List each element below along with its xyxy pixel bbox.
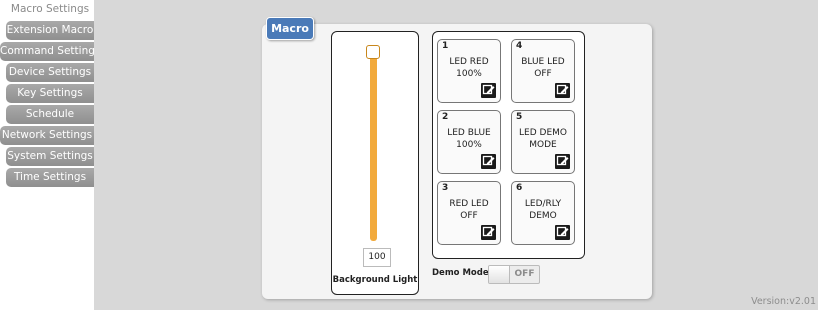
nav-device-settings[interactable]: Device Settings — [6, 63, 94, 82]
background-light-control: 100 Background Light — [331, 31, 419, 295]
macro-cell-2[interactable]: 2 LED BLUE 100% — [437, 110, 501, 174]
nav-system-settings[interactable]: System Settings — [6, 147, 94, 166]
macro-label: LED RED 100% — [449, 57, 489, 79]
macro-number: 6 — [516, 183, 523, 193]
nav-extension-macro[interactable]: Extension Macro — [6, 21, 94, 40]
nav-macro-settings[interactable]: Macro Settings — [6, 0, 94, 19]
macro-cell-3[interactable]: 3 RED LED OFF — [437, 181, 501, 245]
toggle-knob[interactable] — [489, 266, 510, 283]
background-light-value[interactable]: 100 — [363, 248, 391, 267]
nav-command-settings[interactable]: Command Settings — [0, 42, 94, 61]
nav-key-settings[interactable]: Key Settings — [6, 84, 94, 103]
macro-number: 4 — [516, 41, 523, 51]
macro-cell-4[interactable]: 4 BLUE LED OFF — [511, 39, 575, 103]
panel-tab-macro: Macro — [266, 17, 314, 40]
macro-grid: 1 LED RED 100% 4 BLUE LED OFF 2 LED BLUE… — [432, 31, 585, 259]
macro-cell-5[interactable]: 5 LED DEMO MODE — [511, 110, 575, 174]
demo-mode-label: Demo Mode: — [432, 268, 493, 278]
macro-label: BLUE LED OFF — [521, 57, 565, 79]
macro-label: LED BLUE 100% — [447, 128, 491, 150]
macro-cell-1[interactable]: 1 LED RED 100% — [437, 39, 501, 103]
demo-mode-state: OFF — [514, 269, 535, 279]
macro-label: LED/RLY DEMO — [524, 199, 562, 221]
macro-number: 2 — [442, 112, 449, 122]
edit-icon[interactable] — [555, 154, 570, 169]
edit-icon[interactable] — [555, 83, 570, 98]
edit-icon[interactable] — [555, 225, 570, 240]
macro-label: RED LED OFF — [449, 199, 489, 221]
demo-mode-toggle[interactable]: OFF — [488, 265, 540, 284]
nav-schedule[interactable]: Schedule — [6, 105, 94, 124]
sidebar-nav: Macro Settings Extension Macro Command S… — [0, 0, 94, 189]
edit-icon[interactable] — [481, 225, 496, 240]
nav-network-settings[interactable]: Network Settings — [0, 126, 94, 145]
macro-label: LED DEMO MODE — [519, 128, 567, 150]
nav-time-settings[interactable]: Time Settings — [6, 168, 94, 187]
edit-icon[interactable] — [481, 83, 496, 98]
macro-number: 1 — [442, 41, 449, 51]
version-label: Version:v2.01 — [751, 296, 816, 307]
macro-number: 3 — [442, 183, 449, 193]
edit-icon[interactable] — [481, 154, 496, 169]
background-light-label: Background Light — [332, 275, 418, 285]
macro-number: 5 — [516, 112, 523, 122]
background-light-slider-track[interactable] — [370, 49, 377, 241]
main-content: Macro 100 Background Light 1 LED RED 100… — [94, 0, 818, 310]
background-light-slider-thumb[interactable] — [366, 45, 380, 59]
macro-cell-6[interactable]: 6 LED/RLY DEMO — [511, 181, 575, 245]
